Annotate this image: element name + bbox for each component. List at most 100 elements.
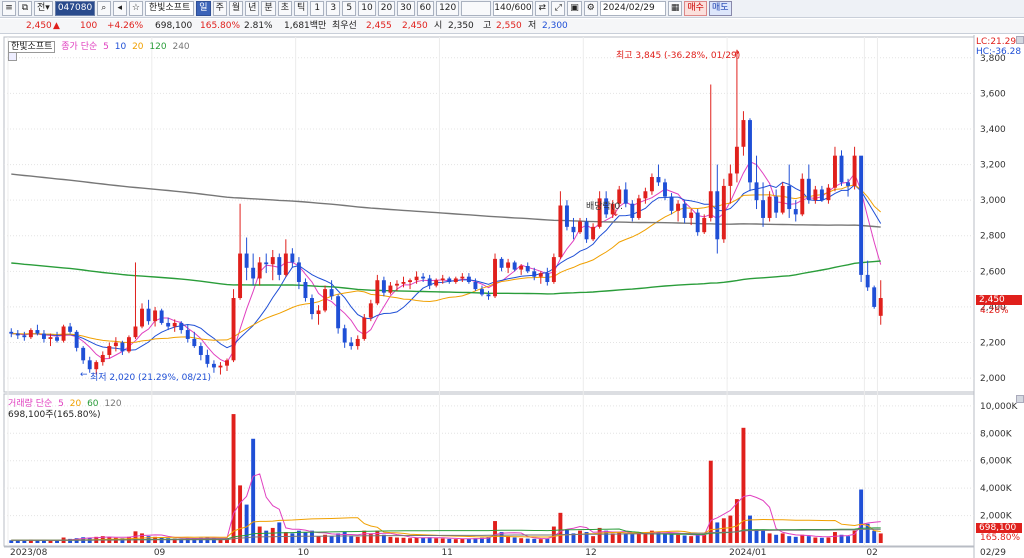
turnover-rate: 2.81%: [244, 21, 273, 31]
minute-30[interactable]: 30: [397, 1, 415, 16]
volume-bar: [231, 414, 236, 543]
candlestick-chart[interactable]: 3,8003,6003,4003,2003,0002,8002,6002,400…: [0, 35, 1024, 558]
candle-body: [41, 333, 46, 339]
candle-body: [225, 360, 229, 366]
prev-stock-icon[interactable]: ◂: [112, 1, 127, 16]
sell-button[interactable]: 매도: [708, 1, 732, 16]
candle-body: [87, 360, 92, 370]
volume-bar: [22, 540, 27, 543]
best-ask: 2,455: [366, 21, 392, 31]
candle-body: [146, 308, 151, 322]
tab-week[interactable]: 주: [212, 1, 227, 16]
candle-body: [525, 265, 530, 272]
candle-body: [715, 191, 720, 240]
volume-bar: [336, 533, 341, 543]
candle-body: [270, 257, 275, 265]
volume-bar: [623, 533, 628, 543]
candle-body: [55, 337, 59, 341]
candle-body: [166, 322, 171, 327]
high-annotation: 최고 3,845 (-36.28%, 01/29): [616, 51, 741, 61]
volume-bar: [368, 533, 373, 543]
stock-code-input[interactable]: 047080: [54, 1, 95, 16]
candle-body: [748, 120, 752, 183]
candle-body: [558, 205, 563, 258]
tab-month[interactable]: 월: [228, 1, 244, 16]
low-annotation: 최저 2,020 (21.29%, 08/21): [90, 373, 212, 383]
minute-1[interactable]: 1: [310, 1, 325, 16]
stock-chart[interactable]: 3,800 3,600 3,400 3,200 3,000 2,800 2,600 2,400…: [0, 35, 1024, 558]
current-pct-tag: 4.26%: [980, 306, 1009, 316]
candle-body: [453, 278, 458, 283]
market-select[interactable]: 전▾: [34, 1, 53, 16]
panel-toggle-icon[interactable]: [8, 52, 17, 61]
candle-body: [813, 189, 818, 201]
volume-bar: [303, 532, 308, 543]
menu-icon[interactable]: ≡: [2, 1, 16, 16]
minute-20[interactable]: 20: [377, 1, 396, 16]
minute-3[interactable]: 3: [326, 1, 341, 16]
tab-year[interactable]: 년: [245, 1, 260, 16]
volume-bar: [800, 534, 805, 543]
candle-body: [623, 189, 628, 204]
candle-body: [205, 354, 210, 364]
price-tick-label: 3,000: [980, 196, 1006, 206]
chart-scroll-up[interactable]: [1016, 36, 1024, 44]
minute-5[interactable]: 5: [342, 1, 357, 16]
tab-second[interactable]: 초: [277, 1, 292, 16]
date-field[interactable]: 2024/02/29: [599, 1, 666, 16]
volume-bar: [525, 538, 530, 543]
buy-button[interactable]: 매수: [684, 1, 707, 16]
candle-body: [493, 258, 497, 297]
trade-amount: 1,681백만: [284, 21, 327, 31]
search-icon[interactable]: ⌕: [96, 1, 111, 16]
volume-bar: [395, 537, 399, 543]
volume-bar: [48, 540, 53, 543]
high-price: 2,550: [496, 21, 522, 31]
minute-120[interactable]: 120: [436, 1, 460, 16]
candle-body: [728, 173, 733, 186]
custom-minute-input[interactable]: [461, 1, 492, 16]
save-icon[interactable]: ▣: [567, 1, 582, 16]
volume-bar: [440, 538, 445, 543]
hc-label: HC:-36.28: [976, 47, 1022, 57]
volume-bar: [41, 540, 46, 543]
candle-body: [264, 262, 269, 265]
volume-bar: [721, 518, 726, 543]
volume-bar: [676, 534, 681, 543]
candle-body: [61, 326, 66, 341]
minute-10[interactable]: 10: [358, 1, 376, 16]
settings-icon[interactable]: ⚙: [583, 1, 598, 16]
price-change-pct: +4.26%: [107, 21, 144, 31]
candle-body: [35, 330, 40, 334]
favorite-icon[interactable]: ☆: [128, 1, 143, 16]
candle-body: [94, 362, 99, 370]
volume-bar: [728, 515, 733, 543]
tab-tick[interactable]: 틱: [293, 1, 309, 16]
tab-minute[interactable]: 분: [261, 1, 276, 16]
candle-body: [774, 196, 779, 213]
candle-body: [591, 226, 596, 240]
link-group-icon[interactable]: ⧉: [18, 1, 32, 16]
candle-body: [355, 338, 360, 347]
volume-bar: [290, 533, 295, 543]
volume-bar: [787, 536, 792, 543]
minute-60[interactable]: 60: [416, 1, 435, 16]
volume-bar: [564, 529, 569, 543]
best-bid: 2,450: [402, 21, 428, 31]
volume-bar: [388, 536, 393, 543]
volume-bar: [793, 536, 798, 543]
volume-bar: [578, 530, 582, 543]
expand-icon[interactable]: ⤢: [551, 1, 566, 16]
data-count-field[interactable]: 140/600: [493, 1, 534, 16]
tab-day[interactable]: 일: [196, 1, 211, 16]
candle-body: [192, 338, 197, 347]
legend-ma-label: 종가 단순: [61, 42, 98, 52]
time-tick-label: 10: [298, 548, 310, 558]
calendar-icon[interactable]: ▦: [667, 1, 683, 16]
candle-body: [296, 262, 301, 283]
volume-bar: [806, 536, 811, 543]
volume-bar: [55, 540, 59, 543]
toggle-mode-icon[interactable]: ⇄: [535, 1, 550, 16]
volume-scroll-up[interactable]: [1016, 395, 1024, 403]
volume-bar: [682, 535, 687, 543]
